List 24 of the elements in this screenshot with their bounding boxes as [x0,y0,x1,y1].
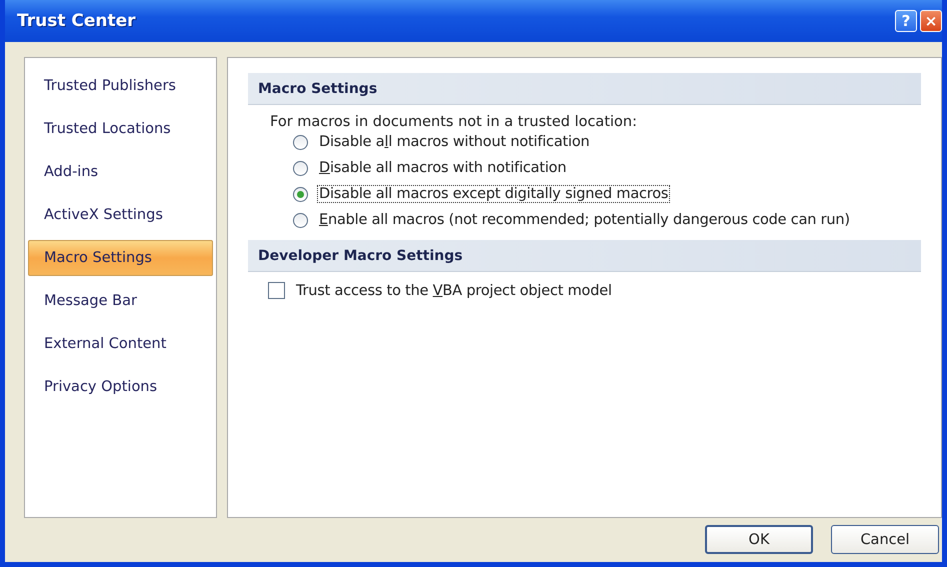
radio-button[interactable] [293,134,308,150]
option-label: Disable all macros without notification [318,134,590,150]
sidebar-item[interactable]: Add-ins [28,154,213,190]
sidebar-item[interactable]: Privacy Options [28,369,213,405]
checkbox[interactable] [268,282,285,299]
sidebar-item[interactable]: External Content [28,326,213,362]
ok-button[interactable]: OK [705,525,813,554]
radio-button[interactable] [293,160,308,176]
option-label: Enable all macros (not recommended; potentially dangerous code can run) [318,212,851,228]
section-header: Developer Macro Settings [248,240,921,272]
sidebar-item[interactable]: Trusted Locations [28,111,213,147]
intro-text: For macros in documents not in a trusted location: [269,113,638,130]
section-header: Macro Settings [248,73,921,105]
option-label: Trust access to the VBA project object model [295,282,613,298]
option-label: Disable all macros with notification [318,160,568,176]
option-label: Disable all macros except digitally signed macros [318,186,670,202]
sidebar-item[interactable]: Trusted Publishers [28,68,213,104]
sidebar-item[interactable]: Message Bar [28,283,213,319]
window-title: Trust Center [17,11,137,31]
sidebar-item[interactable]: ActiveX Settings [28,197,213,233]
cancel-button[interactable]: Cancel [831,525,939,554]
radio-button[interactable] [293,186,308,202]
radio-button[interactable] [293,212,308,228]
sidebar-item[interactable]: Macro Settings [28,240,213,276]
